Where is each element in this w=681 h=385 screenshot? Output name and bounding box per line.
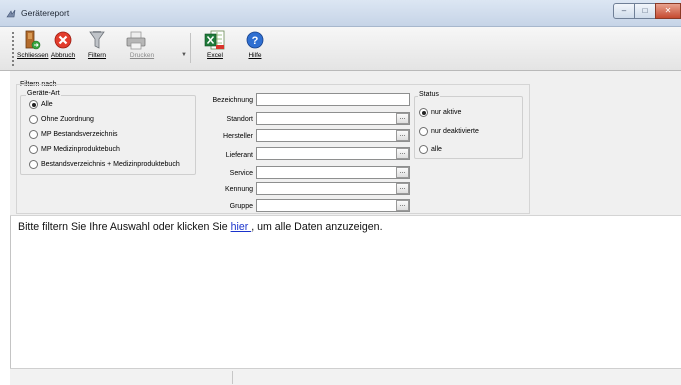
field-label-standort: Standort [226,116,253,123]
cancel-icon [54,31,72,49]
lieferant-input[interactable] [256,147,410,160]
standort-input[interactable] [256,112,410,125]
radio-button[interactable] [419,108,428,117]
print-button[interactable]: Drucken [113,29,181,69]
toolbar-grip[interactable] [11,31,15,67]
excel-icon [204,30,225,50]
status-separator [232,371,233,384]
printer-icon [126,31,146,50]
radio-label: Ohne Zuordnung [41,116,94,123]
minimize-icon: – [621,6,627,15]
status-legend: Status [418,91,440,98]
cancel-button[interactable]: Abbruch [48,29,78,69]
maximize-icon: □ [642,6,648,15]
close-report-label: Schliessen [17,52,49,59]
radio-mp-bestandsverzeichnis[interactable]: MP Bestandsverzeichnis [29,130,118,139]
radio-alle-status[interactable]: alle [419,145,442,154]
help-label: Hilfe [248,52,262,59]
radio-label: MP Bestandsverzeichnis [41,131,118,138]
radio-mp-medizinproduktebuch[interactable]: MP Medizinproduktebuch [29,145,120,154]
gruppe-input[interactable] [256,199,410,212]
radio-label: Bestandsverzeichnis + Medizinproduktebuc… [41,161,180,168]
radio-label: MP Medizinproduktebuch [41,146,120,153]
lieferant-picker-button[interactable]: ... [396,148,409,159]
field-label-bezeichnung: Bezeichnung [212,97,253,104]
radio-button[interactable] [29,130,38,139]
field-label-gruppe: Gruppe [229,203,253,210]
radio-button[interactable] [419,145,428,154]
toolbar: Schliessen Abbruch Filtern Drucken ▼ Exc… [0,27,681,71]
radio-alle[interactable]: Alle [29,100,53,109]
window-title: Gerätereport [21,8,70,18]
radio-button[interactable] [419,127,428,136]
radio-bestands-und-medizin[interactable]: Bestandsverzeichnis + Medizinproduktebuc… [29,160,180,169]
radio-button[interactable] [29,115,38,124]
hersteller-picker-button[interactable]: ... [396,130,409,141]
bezeichnung-input[interactable] [256,93,410,106]
minimize-button[interactable]: – [613,3,635,19]
help-icon: ? [246,31,264,49]
kennung-picker-button[interactable]: ... [396,183,409,194]
field-label-service: Service [229,170,253,177]
toolbar-separator [190,33,191,63]
excel-label: Excel [207,52,223,59]
hersteller-input[interactable] [256,129,410,142]
radio-label: alle [431,146,442,153]
excel-button[interactable]: Excel [200,29,230,69]
kennung-input[interactable] [256,182,410,195]
show-all-link[interactable]: hier [231,221,252,233]
radio-button[interactable] [29,160,38,169]
print-label: Drucken [129,52,155,59]
svg-text:?: ? [252,35,259,47]
exit-door-icon [25,30,41,50]
standort-picker-button[interactable]: ... [396,113,409,124]
title-bar: Gerätereport – □ ✕ [0,0,681,27]
radio-ohne-zuordnung[interactable]: Ohne Zuordnung [29,115,94,124]
status-bar [10,368,681,385]
print-dropdown-icon[interactable]: ▼ [181,52,187,58]
filter-icon [89,31,105,49]
service-input[interactable] [256,166,410,179]
radio-button[interactable] [29,100,38,109]
service-picker-button[interactable]: ... [396,167,409,178]
radio-label: nur aktive [431,109,462,116]
close-button[interactable]: ✕ [655,3,681,19]
device-type-legend: Geräte-Art [26,90,61,97]
gruppe-picker-button[interactable]: ... [396,200,409,211]
field-label-kennung: Kennung [224,186,253,193]
radio-nur-aktive[interactable]: nur aktive [419,108,461,117]
close-icon: ✕ [664,6,672,15]
radio-nur-deaktivierte[interactable]: nur deaktivierte [419,127,479,136]
cancel-label: Abbruch [50,52,76,59]
field-label-hersteller: Hersteller [223,133,253,140]
hint-text-after: , um alle Daten anzuzeigen. [251,221,383,233]
maximize-button[interactable]: □ [634,3,656,19]
help-button[interactable]: ? Hilfe [240,29,270,69]
close-report-button[interactable]: Schliessen [17,29,49,69]
hint-message: Bitte filtern Sie Ihre Auswahl oder klic… [18,221,383,233]
radio-label: Alle [41,101,53,108]
filter-button[interactable]: Filtern [83,29,111,69]
radio-button[interactable] [29,145,38,154]
window-controls: – □ ✕ [613,3,681,20]
hint-text-before: Bitte filtern Sie Ihre Auswahl oder klic… [18,221,231,233]
field-label-lieferant: Lieferant [225,152,253,159]
radio-label: nur deaktivierte [431,128,479,135]
app-icon [6,9,16,18]
